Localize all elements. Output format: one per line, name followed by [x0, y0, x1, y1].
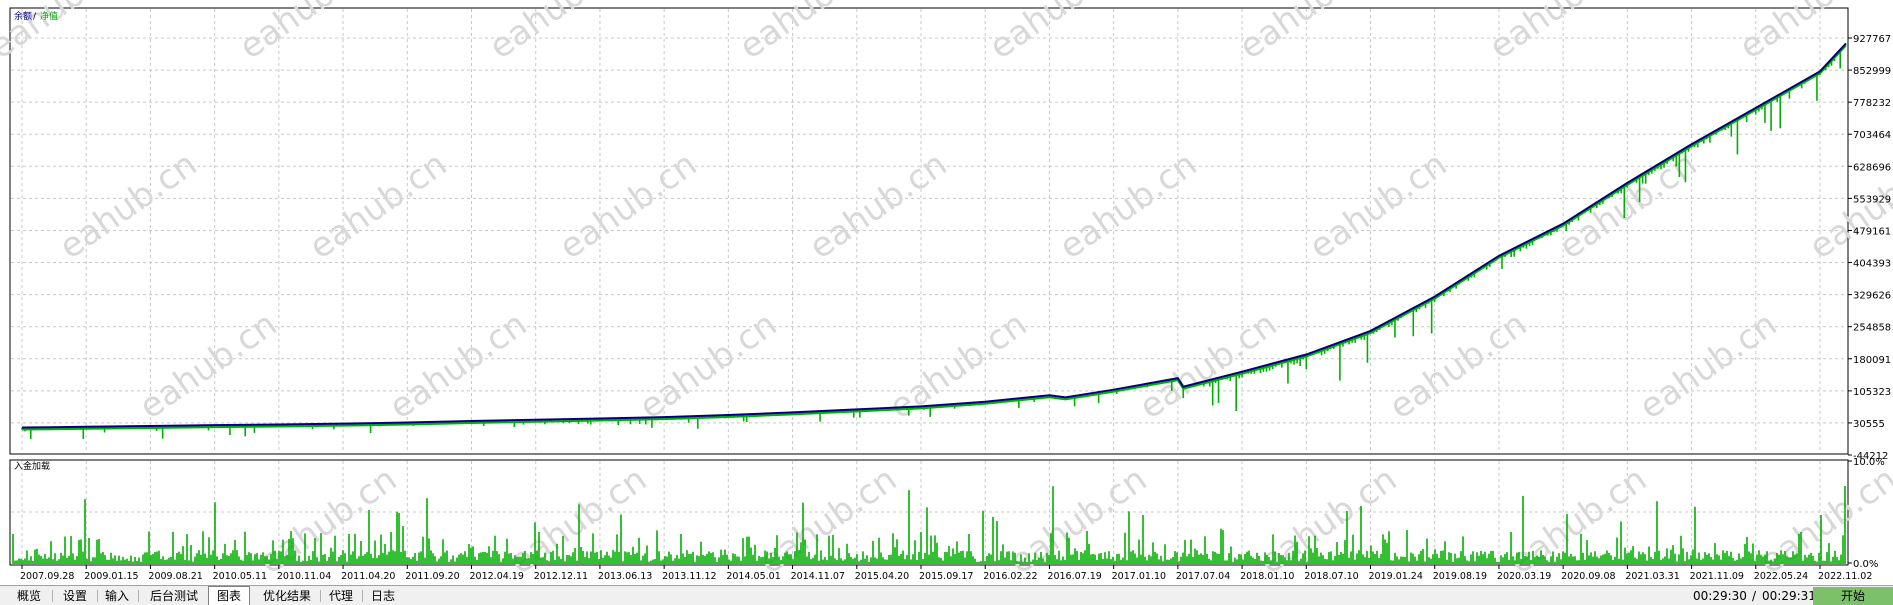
tab-separator: [320, 590, 321, 602]
x-axis-tick-label: 2015.04.20: [855, 571, 909, 582]
x-axis-labels: 2007.09.28 2009.01.15 2009.08.21 2010.05.11…: [20, 565, 1872, 582]
tab-journal[interactable]: 日志: [366, 587, 400, 605]
tab-overview[interactable]: 概览: [10, 587, 48, 605]
y-axis-tick-label: 479161: [1853, 226, 1891, 237]
tab-separator: [97, 590, 98, 602]
y-axis-tick-label: 778232: [1853, 98, 1891, 109]
tab-chart[interactable]: 图表: [208, 586, 250, 605]
x-axis-tick-label: 2010.11.04: [277, 571, 331, 582]
x-axis-tick-label: 2014.05.01: [726, 571, 780, 582]
x-axis-tick-label: 2019.01.24: [1369, 571, 1423, 582]
legend-equity: 净值: [40, 10, 58, 22]
deposit-load-title: 入金加载: [14, 460, 50, 472]
tab-separator: [52, 590, 53, 602]
x-axis-tick-label: 2018.07.10: [1304, 571, 1358, 582]
x-axis-tick-label: 2011.04.20: [341, 571, 395, 582]
x-axis-tick-label: 2009.01.15: [84, 571, 138, 582]
y-axis-tick-label: 927767: [1853, 34, 1891, 45]
x-axis-tick-label: 2020.03.19: [1497, 571, 1551, 582]
elapsed-time: 00:29:30: [1693, 589, 1747, 603]
x-axis-tick-label: 2007.09.28: [20, 571, 74, 582]
x-axis-tick-label: 2018.01.10: [1240, 571, 1294, 582]
tab-backtest[interactable]: 后台测试: [142, 587, 206, 605]
legend-balance: 余额: [14, 10, 32, 22]
y-axis-tick-label: 404393: [1853, 259, 1891, 270]
x-axis-tick-label: 2020.09.08: [1561, 571, 1615, 582]
tab-agents[interactable]: 代理: [324, 587, 358, 605]
x-axis-tick-label: 2022.05.24: [1754, 571, 1808, 582]
y-axis-tick-label: 553929: [1853, 194, 1891, 205]
x-axis-tick-label: 2009.08.21: [148, 571, 202, 582]
x-axis-tick-label: 2013.11.12: [662, 571, 716, 582]
x-axis-tick-label: 2019.08.19: [1433, 571, 1487, 582]
x-axis-tick-label: 2014.11.07: [791, 571, 845, 582]
start-button[interactable]: 开始: [1813, 587, 1893, 605]
x-axis-tick-label: 2017.01.10: [1112, 571, 1166, 582]
y-axis-tick-label: 180091: [1853, 355, 1891, 366]
y-axis-tick-label: 703464: [1853, 130, 1891, 141]
tab-separator: [362, 590, 363, 602]
x-axis-tick-label: 2015.09.17: [919, 571, 973, 582]
y-axis-tick-label: 105323: [1853, 387, 1891, 398]
y-axis-tick-label: 0.0%: [1853, 559, 1878, 570]
y-axis-tick-label: 254858: [1853, 323, 1891, 334]
x-axis-tick-label: 2017.07.04: [1176, 571, 1230, 582]
legend: 余额 / 净值: [14, 10, 58, 22]
equity-chart: eahub.cn eahub.cn eahub.cn eahub.cn eahub.cn…: [0, 0, 1893, 585]
x-axis-tick-label: 2012.04.19: [470, 571, 524, 582]
x-axis-tick-label: 2012.12.11: [534, 571, 588, 582]
y-axis-tick-label: 329626: [1853, 291, 1891, 302]
y-axis-tick-label: 10.0%: [1853, 457, 1885, 468]
tab-inputs[interactable]: 输入: [100, 587, 134, 605]
chart-canvas: eahub.cn eahub.cn eahub.cn eahub.cn eahub.cn…: [0, 0, 1893, 582]
x-axis-tick-label: 2016.07.19: [1047, 571, 1101, 582]
y-axis-tick-label: 30555: [1853, 419, 1885, 430]
y-axis-tick-label: 852999: [1853, 66, 1891, 77]
x-axis-tick-label: 2021.11.09: [1690, 571, 1744, 582]
x-axis-tick-label: 2022.11.02: [1818, 571, 1872, 582]
tab-bar: 概览 设置 输入 后台测试 图表 优化结果 代理 日志 00:29:30 / 0…: [0, 585, 1893, 605]
tab-optimization-results[interactable]: 优化结果: [256, 587, 318, 605]
x-axis-tick-label: 2011.09.20: [405, 571, 459, 582]
time-separator: /: [1752, 589, 1757, 603]
tab-separator: [138, 590, 139, 602]
x-axis-tick-label: 2013.06.13: [598, 571, 652, 582]
total-time: 00:29:31: [1762, 589, 1816, 603]
tab-settings[interactable]: 设置: [56, 587, 94, 605]
x-axis-tick-label: 2010.05.11: [213, 571, 267, 582]
y-axis-tick-label: 628696: [1853, 162, 1891, 173]
x-axis-tick-label: 2021.03.31: [1625, 571, 1679, 582]
x-axis-tick-label: 2016.02.22: [983, 571, 1037, 582]
